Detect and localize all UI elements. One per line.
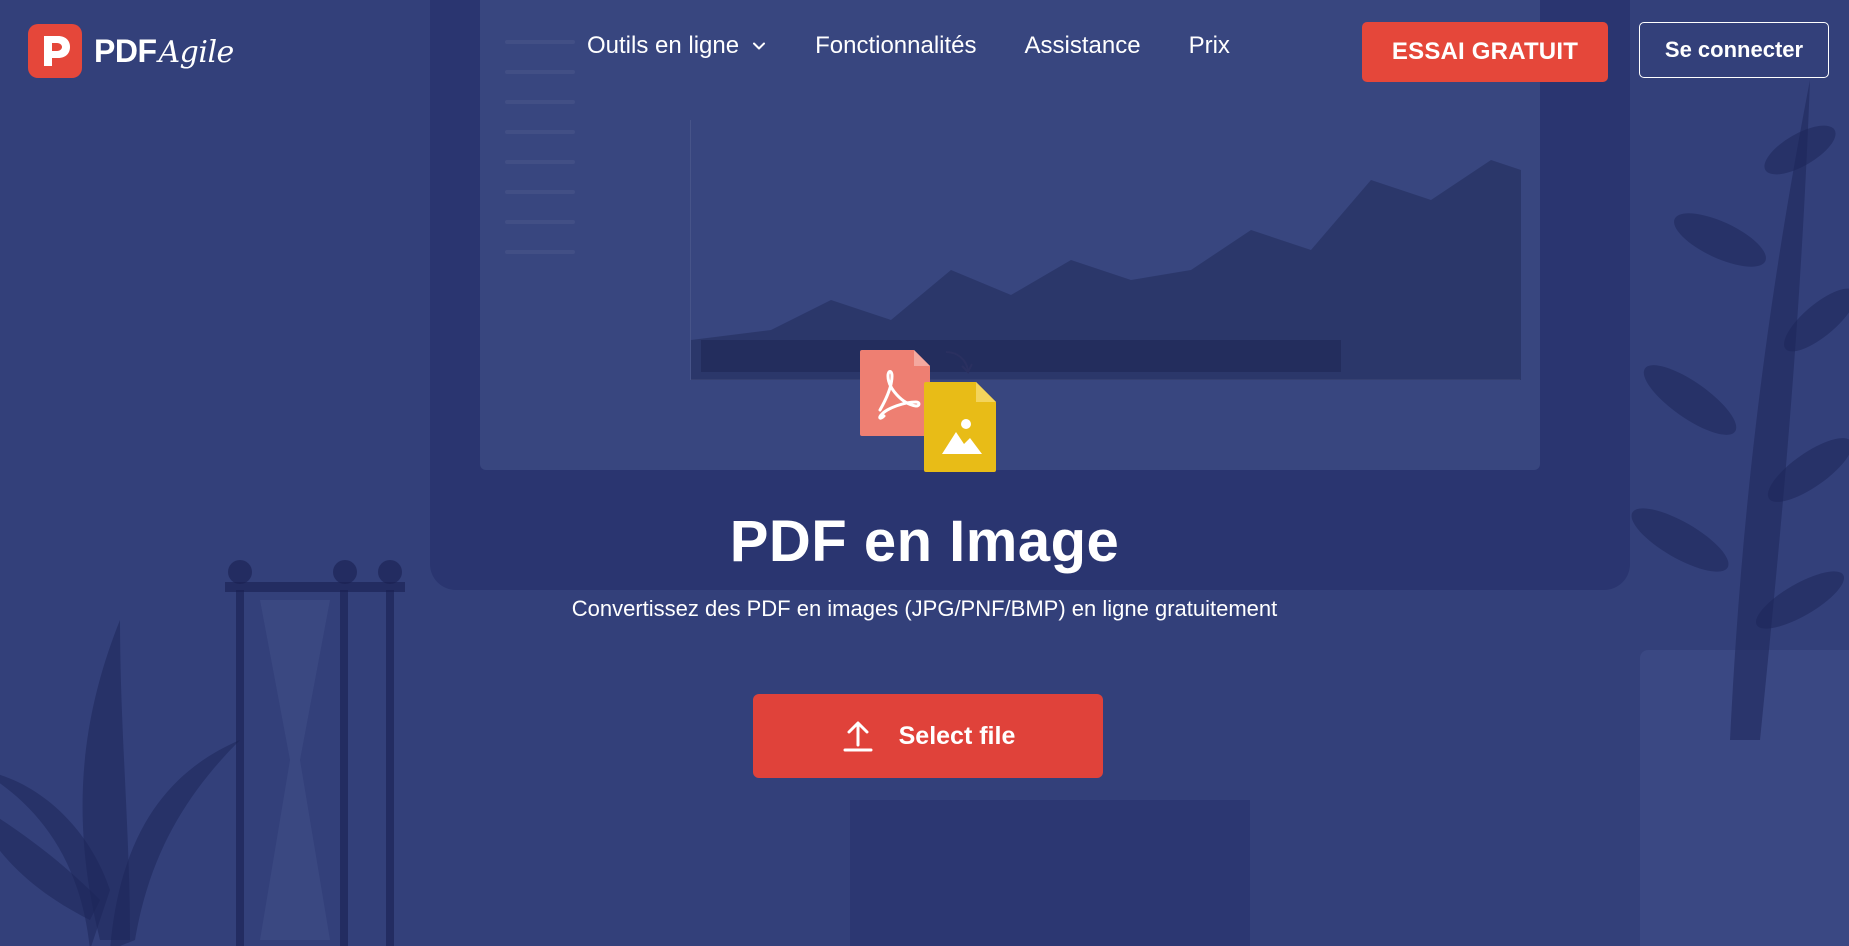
- nav-item-label: Prix: [1188, 32, 1230, 59]
- background-scene: [0, 0, 1849, 946]
- brand-name-script: Agile: [158, 34, 235, 70]
- nav-item-prix[interactable]: Prix: [1189, 32, 1230, 60]
- brand-name: PDF Agile: [94, 33, 234, 70]
- site-header: PDF Agile Outils en ligne Fonctionnalité…: [0, 0, 1849, 100]
- background-monitor-stand: [850, 800, 1250, 946]
- nav-item-fonctionnalites[interactable]: Fonctionnalités: [815, 32, 976, 60]
- nav-item-label: Outils en ligne: [587, 32, 740, 59]
- background-chart: [690, 120, 1521, 380]
- free-trial-button[interactable]: ESSAI GRATUIT: [1362, 22, 1608, 82]
- pdf-to-image-illustration: [860, 350, 996, 472]
- brand-logo[interactable]: PDF Agile: [28, 24, 234, 78]
- background-plant-right: [1631, 80, 1849, 740]
- pdfagile-logo-icon: [28, 24, 82, 78]
- select-file-button[interactable]: Select file: [753, 694, 1103, 778]
- page-subtitle: Convertissez des PDF en images (JPG/PNF/…: [571, 596, 1278, 621]
- main-nav: Outils en ligne Fonctionnalités Assistan…: [587, 32, 1278, 60]
- chevron-down-icon: [753, 42, 766, 50]
- login-button[interactable]: Se connecter: [1639, 22, 1829, 78]
- brand-name-bold: PDF: [94, 32, 157, 69]
- page-title: PDF en Image: [729, 509, 1120, 574]
- nav-item-outils-en-ligne[interactable]: Outils en ligne: [587, 32, 767, 60]
- image-file-icon: [924, 382, 996, 472]
- pdf-file-icon: [860, 350, 930, 436]
- nav-item-label: Fonctionnalités: [815, 32, 977, 59]
- upload-icon: [843, 721, 873, 752]
- nav-item-label: Assistance: [1024, 32, 1141, 59]
- select-file-label: Select file: [898, 721, 1016, 750]
- nav-item-assistance[interactable]: Assistance: [1025, 32, 1141, 60]
